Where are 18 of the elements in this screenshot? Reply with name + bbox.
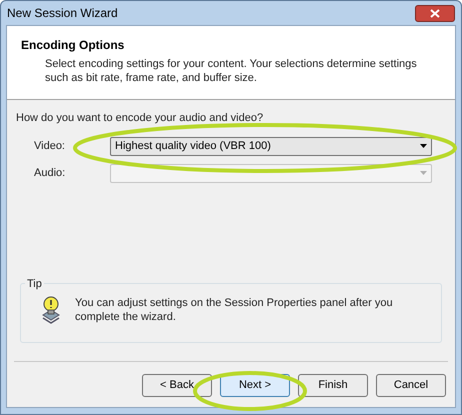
question-text: How do you want to encode your audio and video?: [16, 111, 264, 126]
wizard-button[interactable]: Finish: [298, 374, 368, 397]
group-title: Tip: [25, 276, 44, 292]
close-icon: [430, 8, 440, 18]
close-button[interactable]: [415, 4, 455, 22]
dropdown-value: Highest quality video (VBR 100): [115, 138, 271, 154]
caret-icon: [420, 144, 427, 148]
wizard-button[interactable]: Cancel: [376, 374, 446, 397]
page-heading: Encoding Options: [21, 37, 126, 54]
page-description: Select encoding settings for your content. Your selections determine settings such as bit rate, frame rate, and buffer size.: [44, 57, 418, 85]
field-label: Audio:: [34, 166, 66, 181]
window-title: New Session Wizard: [7, 5, 118, 22]
tip-text: You can adjust settings on the Session Properties panel after you complete the wizard.: [75, 296, 394, 324]
caret-icon: [420, 171, 427, 175]
field-label: Video:: [34, 138, 66, 154]
wizard-button[interactable]: < Back: [142, 374, 212, 397]
dropdown[interactable]: Highest quality video (VBR 100): [110, 136, 432, 156]
lightbulb-icon: [41, 296, 61, 324]
